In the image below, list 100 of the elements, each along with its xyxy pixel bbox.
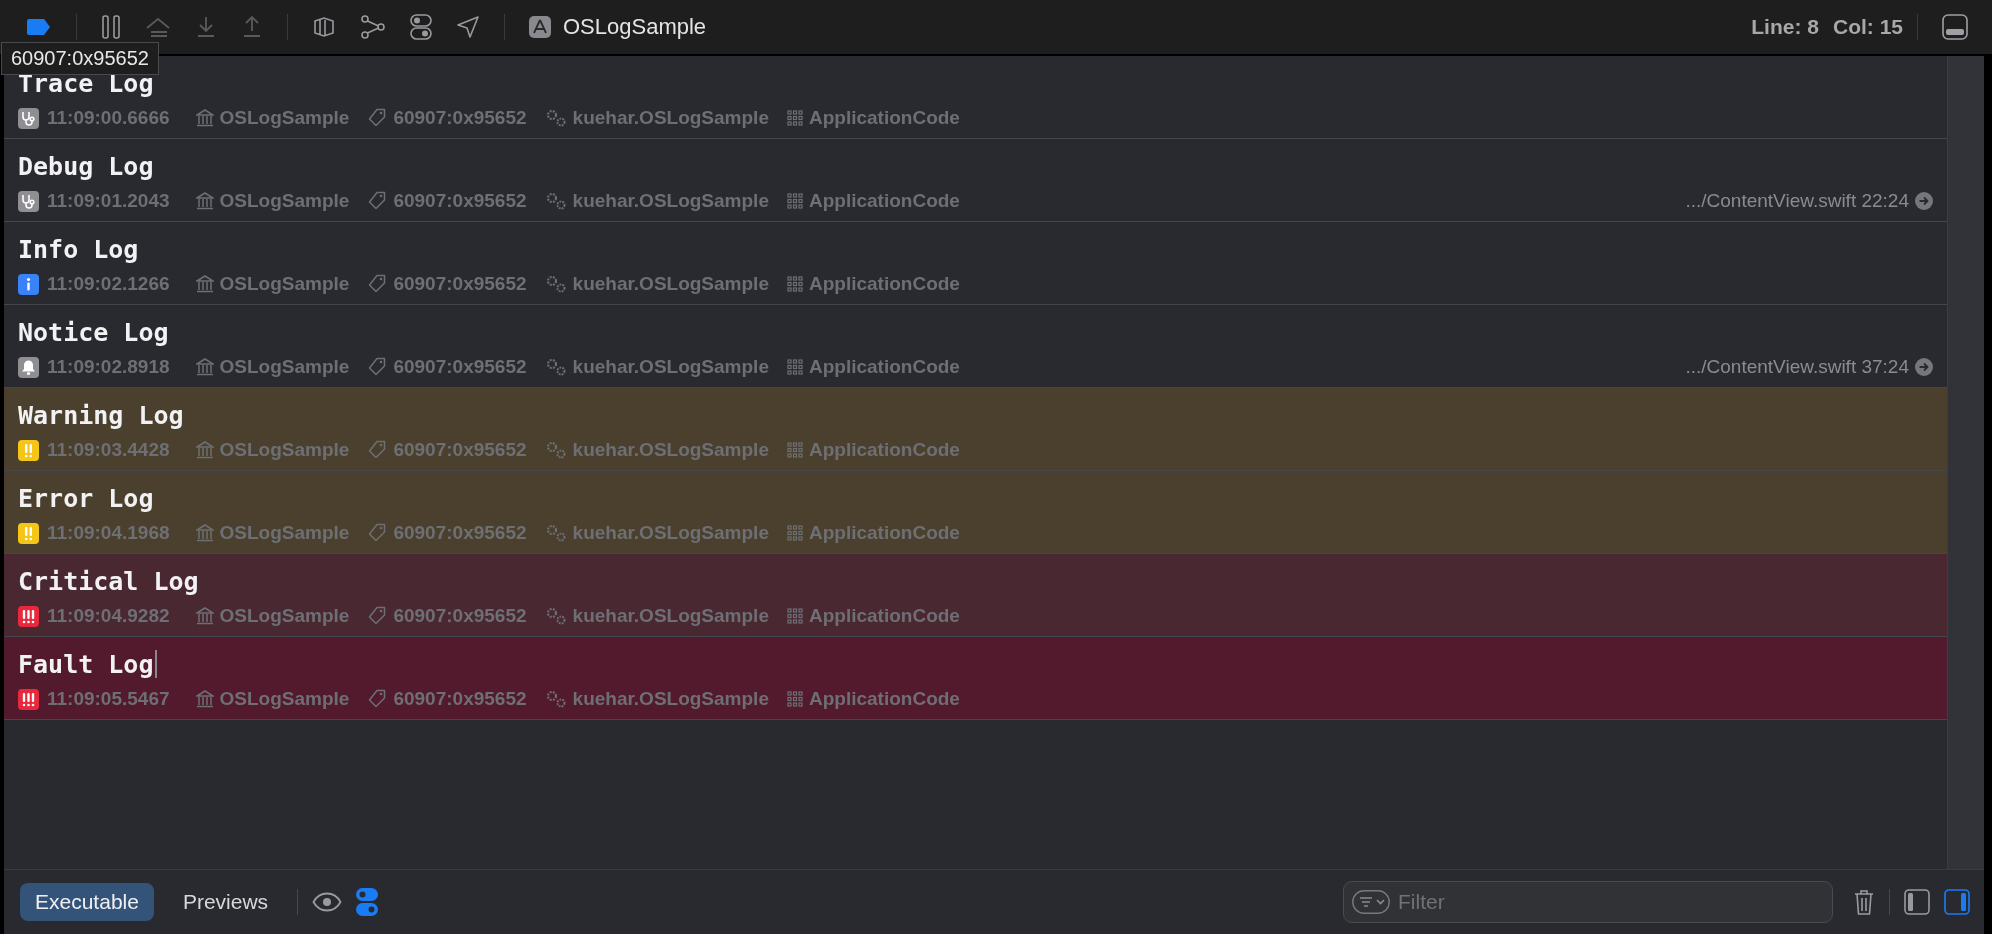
log-entry[interactable]: Critical Log 11:09:04.9282 OSLogSample 60907:0x95652 kuehar.OSLogSample ApplicationCode	[4, 554, 1947, 637]
run-icon[interactable]	[26, 18, 52, 36]
grid-icon	[786, 691, 803, 707]
step-out-icon	[241, 15, 263, 39]
column-number: Col: 15	[1833, 15, 1903, 39]
log-level-icon	[18, 439, 39, 461]
building-icon	[195, 109, 214, 127]
location-arrow-icon[interactable]	[456, 15, 480, 39]
toggles-icon[interactable]	[410, 14, 432, 40]
category-name: ApplicationCode	[808, 356, 960, 378]
gears-icon	[544, 689, 567, 709]
building-icon	[195, 524, 214, 542]
source-link[interactable]: .../ContentView.swift 22:24	[1685, 190, 1909, 212]
log-entry[interactable]: Error Log 11:09:04.1968 OSLogSample 60907:0x95652 kuehar.OSLogSample ApplicationCode	[4, 471, 1947, 554]
log-message: Debug Log	[18, 151, 154, 181]
app-icon	[529, 16, 551, 38]
process-name: OSLogSample	[219, 356, 350, 378]
process-name: OSLogSample	[219, 190, 350, 212]
graph-icon[interactable]	[360, 15, 386, 39]
log-message: Fault Log	[18, 649, 154, 679]
panel-toggle-icon[interactable]	[1942, 14, 1968, 40]
thread-id: 60907:0x95652	[393, 190, 527, 212]
tag-icon	[367, 274, 388, 294]
trash-icon[interactable]	[1853, 888, 1875, 916]
category-name: ApplicationCode	[808, 439, 960, 461]
thread-id: 60907:0x95652	[393, 273, 527, 295]
scheme-title[interactable]: OSLogSample	[563, 14, 707, 40]
tag-icon	[367, 191, 388, 211]
timestamp: 11:09:04.9282	[47, 605, 170, 627]
timestamp: 11:09:01.2043	[47, 190, 170, 212]
layers-icon[interactable]	[312, 15, 336, 39]
step-over-icon	[145, 16, 171, 38]
log-level-icon	[18, 688, 39, 710]
grid-icon	[786, 608, 803, 624]
process-name: OSLogSample	[219, 522, 350, 544]
tab[interactable]: Executable	[20, 883, 154, 921]
left-panel-icon[interactable]	[1904, 889, 1930, 915]
timestamp: 11:09:02.1266	[47, 273, 170, 295]
building-icon	[195, 441, 214, 459]
gears-icon	[544, 274, 567, 294]
timestamp: 11:09:04.1968	[47, 522, 170, 544]
category-name: ApplicationCode	[808, 605, 960, 627]
process-name: OSLogSample	[219, 273, 350, 295]
building-icon	[195, 275, 214, 293]
subsystem-name: kuehar.OSLogSample	[572, 273, 769, 295]
thread-id: 60907:0x95652	[393, 688, 527, 710]
building-icon	[195, 358, 214, 376]
subsystem-name: kuehar.OSLogSample	[572, 522, 769, 544]
grid-icon	[786, 110, 803, 126]
tag-icon	[367, 689, 388, 709]
gears-icon	[544, 523, 567, 543]
process-name: OSLogSample	[219, 107, 350, 129]
gears-icon	[544, 108, 567, 128]
tab[interactable]: Previews	[167, 883, 284, 921]
thread-id: 60907:0x95652	[393, 107, 527, 129]
tag-icon	[367, 523, 388, 543]
building-icon	[195, 607, 214, 625]
log-level-icon	[18, 190, 39, 212]
filter-field[interactable]: Filter	[1343, 881, 1833, 923]
arrow-circle-icon[interactable]	[1915, 358, 1933, 376]
eye-icon[interactable]	[312, 892, 343, 912]
arrow-circle-icon[interactable]	[1915, 192, 1933, 210]
source-link[interactable]: .../ContentView.swift 37:24	[1685, 356, 1909, 378]
category-name: ApplicationCode	[808, 107, 960, 129]
tag-icon	[367, 440, 388, 460]
log-message: Error Log	[18, 483, 154, 513]
thread-id: 60907:0x95652	[393, 439, 527, 461]
gears-icon	[544, 606, 567, 626]
subsystem-name: kuehar.OSLogSample	[572, 439, 769, 461]
grid-icon	[786, 442, 803, 458]
building-icon	[195, 192, 214, 210]
log-level-icon	[18, 273, 39, 295]
pause-icon[interactable]	[101, 15, 121, 39]
log-message: Info Log	[18, 234, 139, 264]
log-message: Warning Log	[18, 400, 184, 430]
line-number: Line: 8	[1751, 15, 1819, 39]
right-panel-icon[interactable]	[1944, 889, 1970, 915]
gears-icon	[544, 440, 567, 460]
toggles-icon[interactable]	[356, 888, 379, 916]
log-message: Notice Log	[18, 317, 169, 347]
building-icon	[195, 690, 214, 708]
grid-icon	[786, 359, 803, 375]
thread-id: 60907:0x95652	[393, 356, 527, 378]
category-name: ApplicationCode	[808, 688, 960, 710]
tag-icon	[367, 108, 388, 128]
timestamp: 11:09:03.4428	[47, 439, 170, 461]
log-entry[interactable]: Fault Log 11:09:05.5467 OSLogSample 60907:0x95652 kuehar.OSLogSample ApplicationCode	[4, 637, 1947, 720]
log-level-icon	[18, 605, 39, 627]
process-name: OSLogSample	[219, 439, 350, 461]
step-into-icon	[195, 15, 217, 39]
log-level-icon	[18, 356, 39, 378]
gears-icon	[544, 191, 567, 211]
timestamp: 11:09:02.8918	[47, 356, 170, 378]
category-name: ApplicationCode	[808, 190, 960, 212]
scrollbar-track[interactable]	[1947, 56, 1984, 869]
subsystem-name: kuehar.OSLogSample	[572, 356, 769, 378]
grid-icon	[786, 525, 803, 541]
subsystem-name: kuehar.OSLogSample	[572, 605, 769, 627]
log-entry[interactable]: Warning Log 11:09:03.4428 OSLogSample 60907:0x95652 kuehar.OSLogSample ApplicationCode	[4, 388, 1947, 471]
subsystem-name: kuehar.OSLogSample	[572, 190, 769, 212]
